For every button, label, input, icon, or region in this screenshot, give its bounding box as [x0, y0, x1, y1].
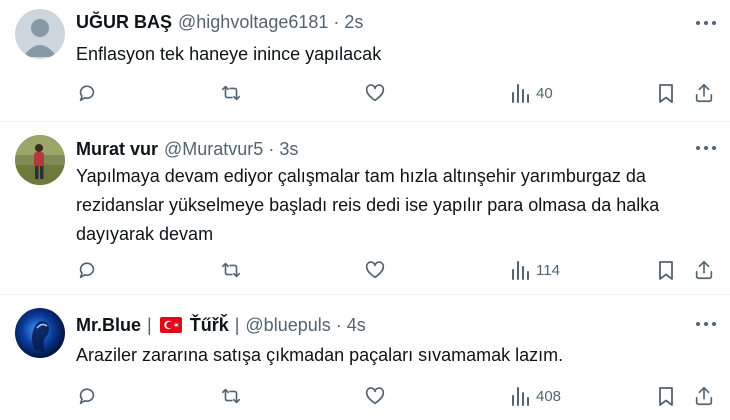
separator-dot: ·: [333, 11, 340, 32]
user-handle[interactable]: @bluepuls: [245, 315, 330, 336]
share-button[interactable]: [693, 383, 715, 409]
retweet-icon: [221, 262, 241, 278]
views-count: 408: [536, 387, 562, 405]
reply-icon: [79, 262, 95, 279]
reply-button[interactable]: [76, 80, 98, 106]
like-icon: [365, 84, 385, 102]
avatar[interactable]: [15, 9, 65, 59]
tweet[interactable]: Murat vur @Muratvur5 · 3s Yapılmaya deva…: [0, 122, 730, 295]
separator-dot: ·: [335, 314, 342, 335]
tweet[interactable]: Mr.Blue | Ťűřǩ | @bluepuls · 4s Araziler…: [0, 295, 730, 420]
tweet-text: Araziler zararına satışa çıkmadan paçala…: [76, 345, 564, 365]
views-icon: [512, 261, 529, 280]
user-handle[interactable]: @highvoltage6181: [178, 12, 328, 33]
like-button[interactable]: [364, 80, 386, 106]
name-separator: |: [147, 314, 152, 335]
like-icon: [365, 387, 385, 405]
retweet-icon: [221, 85, 241, 101]
bookmark-button[interactable]: [656, 257, 676, 283]
like-button[interactable]: [364, 383, 386, 409]
display-name[interactable]: UĞUR BAŞ: [76, 12, 172, 33]
share-icon: [695, 83, 713, 103]
handle-separator: |: [234, 314, 240, 335]
bookmark-icon: [659, 84, 673, 103]
reply-icon: [79, 388, 95, 405]
views-button[interactable]: 40: [510, 80, 553, 106]
views-icon: [512, 84, 529, 103]
turkey-flag-icon: [159, 317, 182, 333]
more-icon[interactable]: [696, 144, 716, 152]
name-suffix[interactable]: Ťűřǩ: [190, 315, 229, 336]
views-count: 40: [536, 84, 553, 102]
share-button[interactable]: [693, 80, 715, 106]
retweet-icon: [221, 388, 241, 404]
display-name[interactable]: Mr.Blue: [76, 315, 141, 336]
tweet-header: UĞUR BAŞ @highvoltage6181 · 2s: [76, 9, 363, 35]
views-count: 114: [536, 261, 560, 279]
like-button[interactable]: [364, 257, 386, 283]
reply-button[interactable]: [76, 383, 98, 409]
timestamp[interactable]: 4s: [347, 315, 366, 336]
more-icon[interactable]: [696, 19, 716, 27]
action-bar: 40: [76, 80, 722, 106]
more-icon[interactable]: [696, 320, 716, 328]
timestamp[interactable]: 3s: [279, 139, 298, 160]
action-bar: 114: [76, 257, 722, 283]
views-icon: [512, 387, 529, 406]
retweet-button[interactable]: [219, 257, 243, 283]
retweet-button[interactable]: [219, 80, 243, 106]
bookmark-icon: [659, 261, 673, 280]
views-button[interactable]: 114: [510, 257, 560, 283]
share-icon: [695, 260, 713, 280]
like-icon: [365, 261, 385, 279]
separator-dot: ·: [268, 138, 275, 159]
bookmark-button[interactable]: [656, 80, 676, 106]
avatar[interactable]: [15, 135, 65, 185]
reply-button[interactable]: [76, 257, 98, 283]
action-bar: 408: [76, 383, 722, 409]
avatar[interactable]: [15, 308, 65, 358]
tweet-header: Mr.Blue | Ťűřǩ | @bluepuls · 4s: [76, 312, 366, 338]
bookmark-icon: [659, 387, 673, 406]
retweet-button[interactable]: [219, 383, 243, 409]
bookmark-button[interactable]: [656, 383, 676, 409]
views-button[interactable]: 408: [510, 383, 561, 409]
reply-icon: [79, 85, 95, 102]
tweet-header: Murat vur @Muratvur5 · 3s: [76, 136, 298, 162]
share-icon: [695, 386, 713, 406]
timestamp[interactable]: 2s: [344, 12, 363, 33]
user-handle[interactable]: @Muratvur5: [164, 139, 263, 160]
display-name[interactable]: Murat vur: [76, 139, 158, 160]
tweet[interactable]: UĞUR BAŞ @highvoltage6181 · 2s Enflasyon…: [0, 0, 730, 122]
tweet-text: Yapılmaya devam ediyor çalışmalar tam hı…: [76, 166, 660, 244]
share-button[interactable]: [693, 257, 715, 283]
tweet-text: Enflasyon tek haneye inince yapılacak: [76, 44, 382, 64]
